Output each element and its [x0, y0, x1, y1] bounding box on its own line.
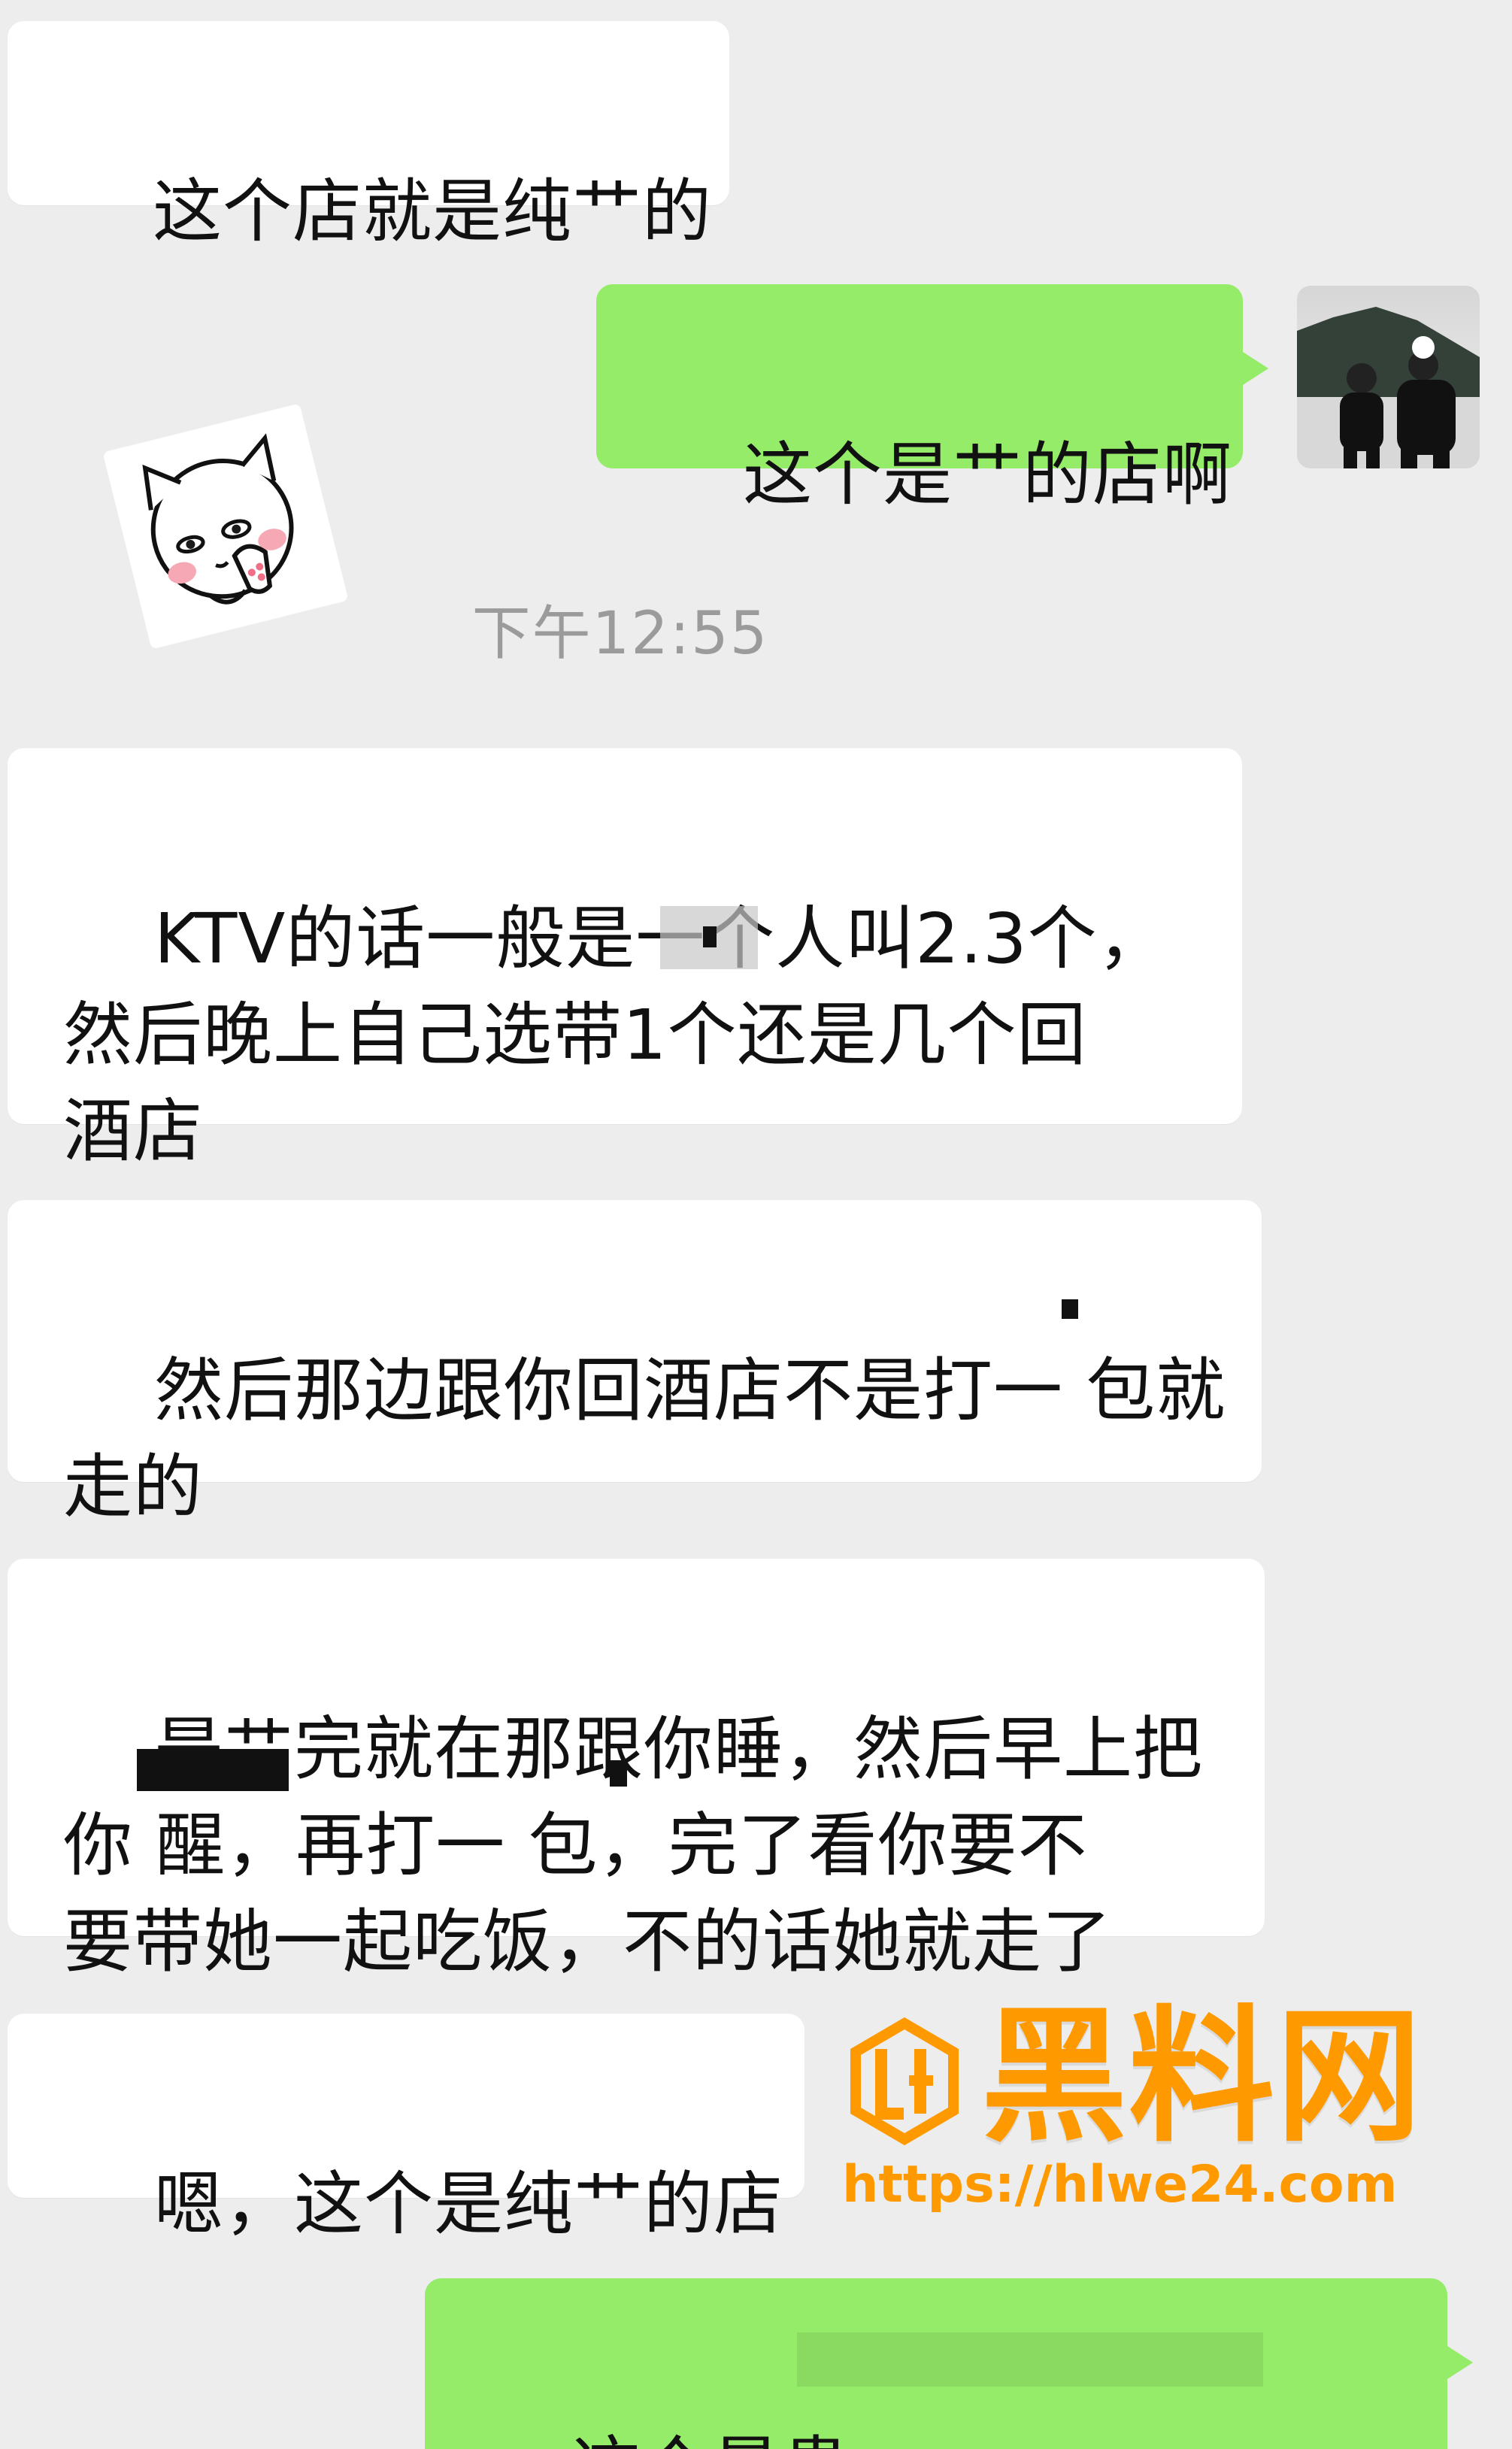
- message-bubble-1[interactable]: 这个店就是纯艹的: [8, 21, 729, 252]
- censor-mark-5: [610, 1760, 627, 1787]
- watermark: 黑料网 https://hlwe24.com: [835, 1998, 1496, 2212]
- message-bubble-2[interactable]: 这个是艹的店啊: [596, 284, 1268, 515]
- message-text-2: 这个是艹的店啊: [742, 435, 1232, 515]
- censor-mark-2: [703, 926, 717, 947]
- watermark-url: https://hlwe24.com: [842, 2155, 1398, 2214]
- user-avatar[interactable]: [1297, 286, 1480, 468]
- message-text-3: KTV的话一般是一个人叫2.3个， 然后晚上自己选带1个还是几个回 酒店: [63, 899, 1167, 1171]
- message-text-6: 嗯，这个是纯艹的店: [153, 2164, 783, 2244]
- message-bubble-5[interactable]: 是艹完就在那跟你睡，然后早上把 你 醒，再打一 包，完了看你要不 要带她一起吃饭…: [8, 1559, 1265, 1982]
- message-bubble-6[interactable]: 嗯，这个是纯艹的店: [8, 2014, 804, 2244]
- message-text-4: 然后那边跟你回酒店不是打一 包就 走的: [63, 1350, 1226, 1527]
- message-text-7: 这个最贵: [571, 2429, 851, 2449]
- watermark-title: 黑料网: [981, 1992, 1423, 2162]
- timestamp: 下午12:55: [471, 600, 769, 668]
- user-avatar-icon: [1297, 286, 1480, 468]
- watermark-logo-icon: [850, 2017, 959, 2145]
- chat-screen: 这个店就是纯艹的 这个是艹的店啊 下午12:55 然后晚上自己选带1个还是几个回…: [0, 0, 1512, 2449]
- censor-mark-6: [797, 2332, 1263, 2387]
- censor-mark-3: [1062, 1299, 1078, 1319]
- message-bubble-4[interactable]: 然后那边跟你回酒店不是打一 包就 走的: [8, 1200, 1262, 1527]
- message-bubble-3[interactable]: KTV的话一般是一个人叫2.3个， 然后晚上自己选带1个还是几个回 酒店: [8, 748, 1242, 1171]
- censor-mark-4: [137, 1749, 289, 1791]
- message-text-1: 这个店就是纯艹的: [152, 171, 712, 252]
